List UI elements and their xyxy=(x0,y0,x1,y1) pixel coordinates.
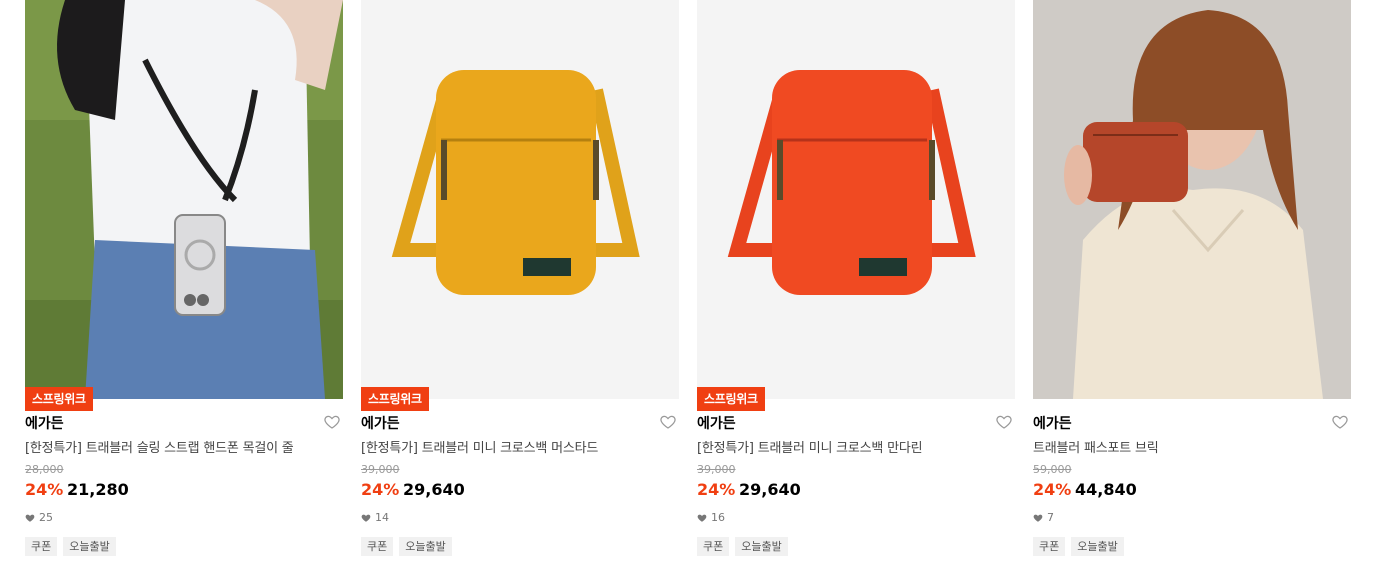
sale-price: 21,280 xyxy=(67,480,129,499)
product-card[interactable]: 스프링위크 에가든 [한정특가] 트래블러 미니 크로스백 만다린 39,000… xyxy=(697,0,1015,556)
product-card[interactable]: 스프링위크 에가든 [한정특가] 트래블러 슬링 스트랩 핸드폰 목걸이 줄 2… xyxy=(25,0,343,556)
product-image[interactable] xyxy=(697,0,1015,399)
discount-rate: 24% xyxy=(1033,480,1072,499)
discount-rate: 24% xyxy=(697,480,736,499)
heart-icon[interactable] xyxy=(659,413,677,431)
heart-icon[interactable] xyxy=(323,413,341,431)
like-count-value: 14 xyxy=(375,511,389,524)
heart-filled-icon xyxy=(1033,514,1043,522)
like-count: 7 xyxy=(1033,511,1054,524)
heart-filled-icon xyxy=(697,514,707,522)
promo-badge: 스프링위크 xyxy=(25,387,93,411)
heart-filled-icon xyxy=(25,514,35,522)
brand-name[interactable]: 에가든 xyxy=(25,413,64,433)
product-name[interactable]: [한정특가] 트래블러 미니 크로스백 머스타드 xyxy=(361,437,598,456)
product-grid: 스프링위크 에가든 [한정특가] 트래블러 슬링 스트랩 핸드폰 목걸이 줄 2… xyxy=(0,0,1376,588)
like-count-value: 25 xyxy=(39,511,53,524)
tag-coupon: 쿠폰 xyxy=(361,537,394,556)
product-name[interactable]: 트래블러 패스포트 브릭 xyxy=(1033,437,1159,456)
product-image[interactable] xyxy=(1033,0,1351,399)
product-name[interactable]: [한정특가] 트래블러 미니 크로스백 만다린 xyxy=(697,437,923,456)
original-price: 39,000 xyxy=(697,463,736,476)
sale-price: 44,840 xyxy=(1075,480,1137,499)
product-name[interactable]: [한정특가] 트래블러 슬링 스트랩 핸드폰 목걸이 줄 xyxy=(25,437,294,456)
tag-list: 쿠폰 오늘출발 xyxy=(25,537,116,556)
sale-price: 29,640 xyxy=(403,480,465,499)
original-price: 28,000 xyxy=(25,463,64,476)
product-photo-bag-mandarin xyxy=(697,0,1015,399)
like-count: 16 xyxy=(697,511,725,524)
brand-name[interactable]: 에가든 xyxy=(1033,413,1072,433)
heart-icon[interactable] xyxy=(995,413,1013,431)
brand-name[interactable]: 에가든 xyxy=(361,413,400,433)
tag-today-shipping: 오늘출발 xyxy=(735,537,788,556)
product-photo-passport-model xyxy=(1033,0,1351,399)
tag-list: 쿠폰 오늘출발 xyxy=(697,537,788,556)
heart-icon[interactable] xyxy=(1331,413,1349,431)
product-image[interactable] xyxy=(25,0,343,399)
tag-coupon: 쿠폰 xyxy=(697,537,730,556)
like-count-value: 7 xyxy=(1047,511,1054,524)
tag-today-shipping: 오늘출발 xyxy=(399,537,452,556)
original-price: 39,000 xyxy=(361,463,400,476)
like-count: 25 xyxy=(25,511,53,524)
promo-badge: 스프링위크 xyxy=(361,387,429,411)
tag-coupon: 쿠폰 xyxy=(25,537,58,556)
product-card[interactable]: 에가든 트래블러 패스포트 브릭 59,000 24% 44,840 7 쿠폰 … xyxy=(1033,0,1351,556)
tag-today-shipping: 오늘출발 xyxy=(1071,537,1124,556)
tag-list: 쿠폰 오늘출발 xyxy=(361,537,452,556)
promo-badge: 스프링위크 xyxy=(697,387,765,411)
original-price: 59,000 xyxy=(1033,463,1072,476)
tag-list: 쿠폰 오늘출발 xyxy=(1033,537,1124,556)
like-count-value: 16 xyxy=(711,511,725,524)
like-count: 14 xyxy=(361,511,389,524)
brand-name[interactable]: 에가든 xyxy=(697,413,736,433)
sale-price: 29,640 xyxy=(739,480,801,499)
discount-rate: 24% xyxy=(25,480,64,499)
product-card[interactable]: 스프링위크 에가든 [한정특가] 트래블러 미니 크로스백 머스타드 39,00… xyxy=(361,0,679,556)
heart-filled-icon xyxy=(361,514,371,522)
product-image[interactable] xyxy=(361,0,679,399)
tag-coupon: 쿠폰 xyxy=(1033,537,1066,556)
tag-today-shipping: 오늘출발 xyxy=(63,537,116,556)
discount-rate: 24% xyxy=(361,480,400,499)
product-photo-bag-mustard xyxy=(361,0,679,399)
product-photo-strap xyxy=(25,0,343,399)
